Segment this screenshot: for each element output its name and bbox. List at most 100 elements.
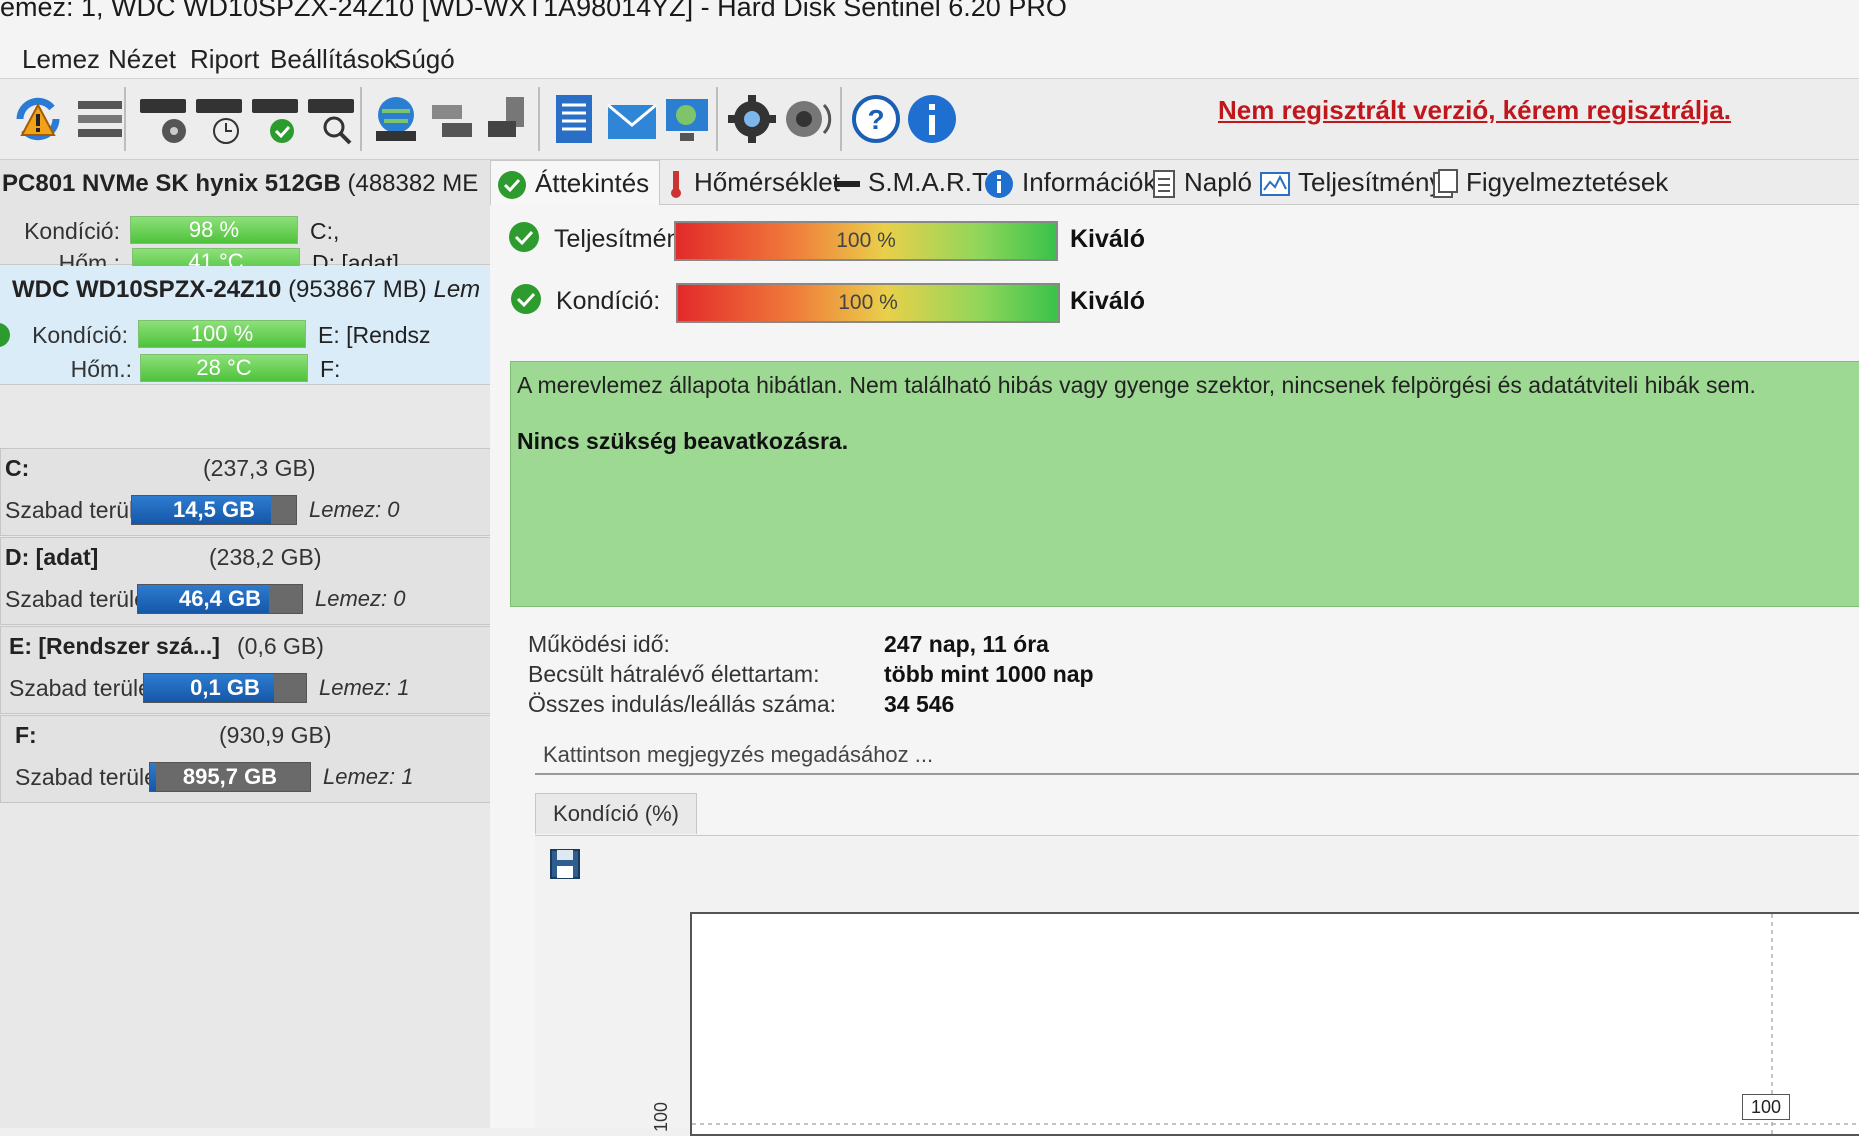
- volume-disk: Lemez: 0: [315, 586, 406, 611]
- settings-gear-icon[interactable]: [724, 91, 780, 147]
- disk-panel: PC801 NVMe SK hynix 512GB (488382 ME Kon…: [0, 160, 515, 1128]
- free-space-label: Szabad terület: [5, 586, 154, 612]
- drive-letter: E: [Rendsz: [318, 322, 431, 348]
- disk-card[interactable]: PC801 NVMe SK hynix 512GB (488382 ME Kon…: [0, 160, 490, 276]
- sound-icon[interactable]: [780, 91, 836, 147]
- volume-name: D: [adat]: [5, 544, 99, 570]
- info-icon[interactable]: [904, 91, 960, 147]
- save-icon[interactable]: [547, 846, 583, 882]
- tab-attekintes[interactable]: Áttekintés: [490, 160, 661, 205]
- condition-bar: 100 %: [138, 320, 306, 348]
- stat-label: Összes indulás/leállás száma:: [528, 691, 837, 717]
- chart-value-label: 100: [1742, 1094, 1790, 1120]
- menu-riport[interactable]: Riport: [190, 44, 259, 75]
- volume-card[interactable]: C: (237,3 GB) Szabad terület 14,5 GB Lem…: [0, 448, 502, 536]
- free-space-bar: 895,7 GB: [149, 762, 311, 792]
- free-space-label: Szabad terület: [9, 675, 158, 701]
- volume-disk: Lemez: 1: [319, 675, 410, 700]
- menu-bar: Lemez Nézet Riport Beállítások Súgó: [0, 40, 1859, 80]
- volume-size: (0,6 GB): [237, 633, 324, 659]
- alerts-icon: [1433, 169, 1458, 199]
- stat-label: Becsült hátralévő élettartam:: [528, 661, 820, 687]
- check-icon: [511, 284, 541, 314]
- network-disk-icon[interactable]: [424, 91, 480, 147]
- tab-bar: Áttekintés Hőmérséklet S.M.A.R.T. Inform…: [490, 160, 1859, 205]
- overview-panel: Teljesítmény: 100 % Kiváló Kondíció: 100…: [490, 205, 1859, 1136]
- disk-name: WDC WD10SPZX-24Z10 (953867 MB) Lem: [12, 276, 481, 303]
- disk-list-icon[interactable]: [72, 91, 128, 147]
- volume-size: (238,2 GB): [209, 544, 322, 570]
- condition-label: Kondíció:: [24, 218, 120, 244]
- stat-label: Működési idő:: [528, 631, 670, 657]
- disk-test-icon[interactable]: [136, 91, 192, 147]
- volume-name: F:: [15, 722, 37, 748]
- drive-letter: C:,: [310, 218, 340, 244]
- stat-value: több mint 1000 nap: [884, 661, 1094, 687]
- thermometer-icon: [671, 171, 681, 199]
- alert-refresh-icon[interactable]: [10, 91, 66, 147]
- disk-schedule-icon[interactable]: [192, 91, 248, 147]
- stat-value: 247 nap, 11 óra: [884, 631, 1049, 657]
- tab-figyelmeztetesek[interactable]: Figyelmeztetések: [1432, 160, 1668, 204]
- toolbar-separator: [360, 87, 362, 151]
- free-space-bar: 46,4 GB: [137, 584, 303, 614]
- tab-smart[interactable]: S.M.A.R.T.: [834, 160, 992, 204]
- volume-disk: Lemez: 1: [323, 764, 414, 789]
- volume-card[interactable]: D: [adat] (238,2 GB) Szabad terület 46,4…: [0, 537, 502, 625]
- note-input[interactable]: Kattintson megjegyzés megadásához ...: [535, 735, 1859, 775]
- performance-rating: Kiváló: [1070, 225, 1146, 253]
- help-icon[interactable]: ?: [848, 91, 904, 147]
- temperature-bar: 28 °C: [140, 354, 308, 382]
- chart-area: 100 100: [535, 835, 1859, 1136]
- tab-naplo[interactable]: Napló: [1152, 160, 1252, 204]
- plot-grid: [692, 914, 1859, 1134]
- svg-text:?: ?: [867, 104, 884, 135]
- disk-ok-icon[interactable]: [248, 91, 304, 147]
- email-icon[interactable]: [604, 91, 660, 147]
- log-icon: [1153, 170, 1175, 199]
- check-icon: [498, 171, 526, 200]
- menu-beallitasok[interactable]: Beállítások: [270, 44, 397, 75]
- report-icon[interactable]: [546, 91, 602, 147]
- register-link[interactable]: Nem regisztrált verzió, kérem regisztrál…: [1218, 95, 1731, 126]
- disk-search-icon[interactable]: [304, 91, 360, 147]
- condition-label: Kondíció:: [556, 287, 661, 315]
- globe-disk-icon[interactable]: [368, 91, 424, 147]
- toolbar: ? Nem regisztrált verzió, kérem regisztr…: [0, 78, 1859, 160]
- condition-rating: Kiváló: [1070, 287, 1146, 315]
- condition-bar: 100 %: [676, 283, 1060, 323]
- disk-name: PC801 NVMe SK hynix 512GB (488382 ME: [2, 170, 479, 197]
- volume-card[interactable]: E: [Rendszer szá...] (0,6 GB) Szabad ter…: [0, 626, 502, 714]
- condition-bar: 98 %: [130, 216, 298, 244]
- volume-size: (930,9 GB): [219, 722, 332, 748]
- usb-disk-icon[interactable]: [480, 91, 536, 147]
- performance-bar: 100 %: [674, 221, 1058, 261]
- toolbar-separator: [840, 87, 842, 151]
- volume-card[interactable]: F: (930,9 GB) Szabad terület 895,7 GB Le…: [0, 715, 502, 803]
- menu-lemez[interactable]: Lemez: [22, 44, 100, 75]
- performance-icon: [1260, 172, 1290, 197]
- tab-informaciok[interactable]: Információk: [984, 160, 1156, 204]
- info-icon: [985, 170, 1013, 199]
- tab-condition-chart[interactable]: Kondíció (%): [535, 793, 697, 834]
- window-title-bar: emez: 1, WDC WD10SPZX-24Z10 [WD-WXT1A980…: [0, 0, 1859, 40]
- web-monitor-icon[interactable]: [660, 91, 716, 147]
- tab-teljesitmeny[interactable]: Teljesítmény: [1260, 160, 1443, 204]
- free-space-bar: 0,1 GB: [143, 673, 307, 703]
- toolbar-separator: [538, 87, 540, 151]
- y-axis-label: 100: [651, 1101, 671, 1132]
- menu-sugo[interactable]: Súgó: [394, 44, 455, 75]
- stat-value: 34 546: [884, 691, 955, 717]
- status-box: A merevlemez állapota hibátlan. Nem talá…: [510, 361, 1859, 607]
- tab-homerseklet[interactable]: Hőmérséklet: [666, 160, 840, 204]
- volume-disk: Lemez: 0: [309, 497, 400, 522]
- temperature-label: Hőm.:: [70, 356, 132, 382]
- volume-size: (237,3 GB): [203, 455, 316, 481]
- toolbar-separator: [716, 87, 718, 151]
- smart-icon: [834, 181, 860, 188]
- window-title: emez: 1, WDC WD10SPZX-24Z10 [WD-WXT1A980…: [0, 0, 1067, 22]
- condition-label: Kondíció:: [32, 322, 128, 348]
- disk-card-selected[interactable]: WDC WD10SPZX-24Z10 (953867 MB) Lem Kondí…: [0, 266, 490, 385]
- menu-nezet[interactable]: Nézet: [108, 44, 176, 75]
- status-text: A merevlemez állapota hibátlan. Nem talá…: [517, 372, 1756, 398]
